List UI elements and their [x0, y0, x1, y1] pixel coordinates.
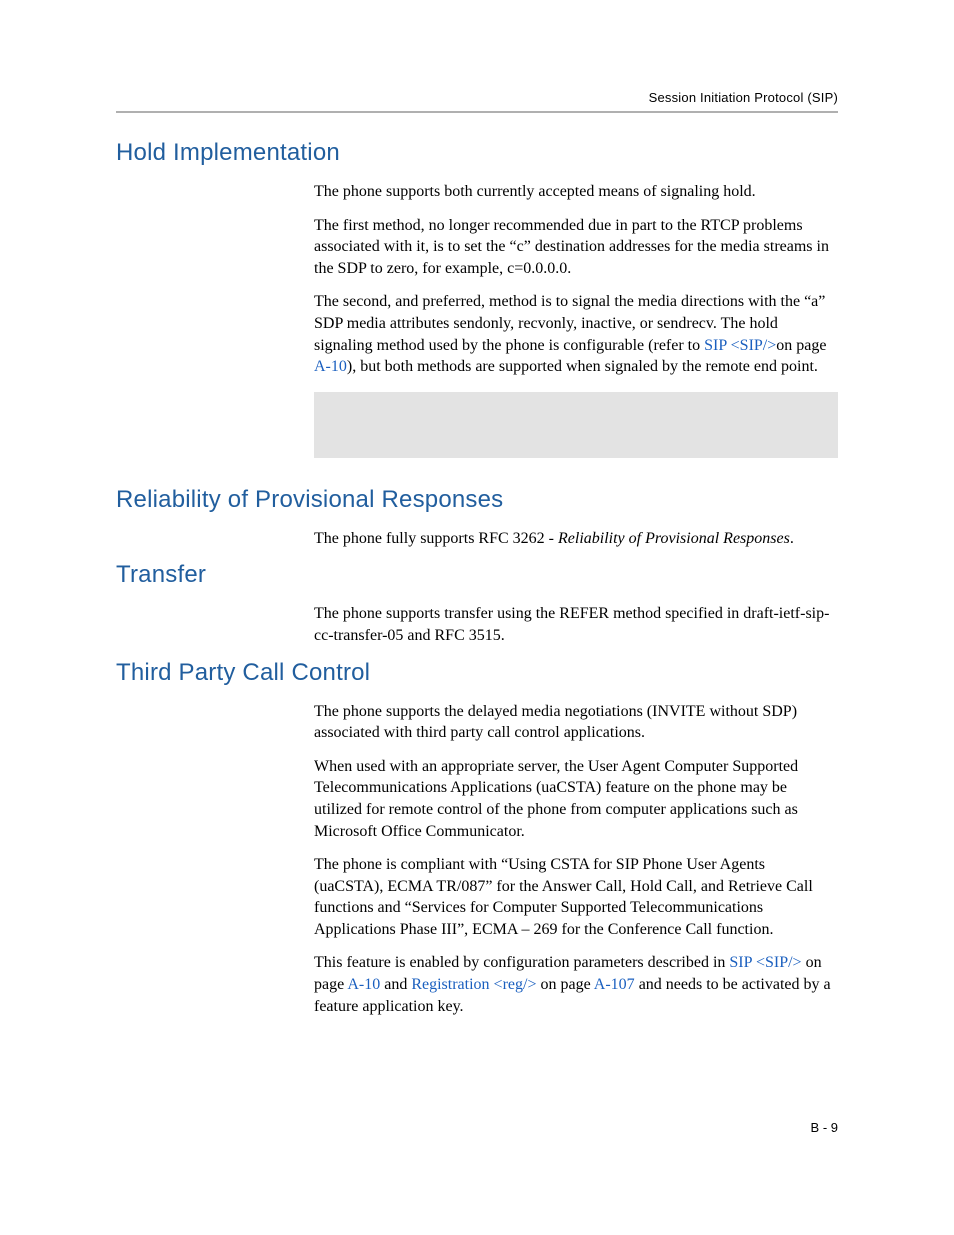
heading-reliability: Reliability of Provisional Responses — [116, 486, 838, 514]
tpcc-p4-c: and — [380, 976, 411, 993]
reliability-p1-italic: Reliability of Provisional Responses — [558, 530, 790, 547]
page-number: B - 9 — [811, 1120, 838, 1135]
transfer-body: The phone supports transfer using the RE… — [314, 603, 838, 646]
hold-p1: The phone supports both currently accept… — [314, 181, 838, 203]
heading-transfer: Transfer — [116, 561, 838, 589]
hold-p3-text-c: ), but both methods are supported when s… — [347, 358, 818, 375]
link-page-a10[interactable]: A-10 — [314, 358, 347, 375]
reliability-p1: The phone fully supports RFC 3262 - Reli… — [314, 528, 838, 550]
running-header: Session Initiation Protocol (SIP) — [116, 90, 838, 105]
note-placeholder-box — [314, 392, 838, 458]
tpcc-p2: When used with an appropriate server, th… — [314, 756, 838, 842]
reliability-body: The phone fully supports RFC 3262 - Reli… — [314, 528, 838, 550]
link-page-a107[interactable]: A-107 — [594, 976, 635, 993]
tpcc-p4-d: on page — [536, 976, 593, 993]
page-container: Session Initiation Protocol (SIP) Hold I… — [0, 0, 954, 1235]
link-sip-sip-2[interactable]: SIP <SIP/> — [729, 954, 801, 971]
hold-p3-text-b: on page — [776, 337, 826, 354]
link-page-a10-2[interactable]: A-10 — [347, 976, 380, 993]
heading-third-party-call-control: Third Party Call Control — [116, 659, 838, 687]
header-rule — [116, 111, 838, 113]
tpcc-p4: This feature is enabled by configuration… — [314, 952, 838, 1017]
link-sip-sip[interactable]: SIP <SIP/> — [704, 337, 776, 354]
tpcc-p4-a: This feature is enabled by configuration… — [314, 954, 729, 971]
tpcc-p3: The phone is compliant with “Using CSTA … — [314, 854, 838, 940]
heading-hold-implementation: Hold Implementation — [116, 139, 838, 167]
hold-body: The phone supports both currently accept… — [314, 181, 838, 378]
link-registration-reg[interactable]: Registration <reg/> — [411, 976, 536, 993]
tpcc-body: The phone supports the delayed media neg… — [314, 701, 838, 1018]
reliability-p1-a: The phone fully supports RFC 3262 - — [314, 530, 558, 547]
hold-p2: The first method, no longer recommended … — [314, 215, 838, 280]
hold-p3: The second, and preferred, method is to … — [314, 291, 838, 377]
transfer-p1: The phone supports transfer using the RE… — [314, 603, 838, 646]
tpcc-p1: The phone supports the delayed media neg… — [314, 701, 838, 744]
reliability-p1-b: . — [790, 530, 794, 547]
